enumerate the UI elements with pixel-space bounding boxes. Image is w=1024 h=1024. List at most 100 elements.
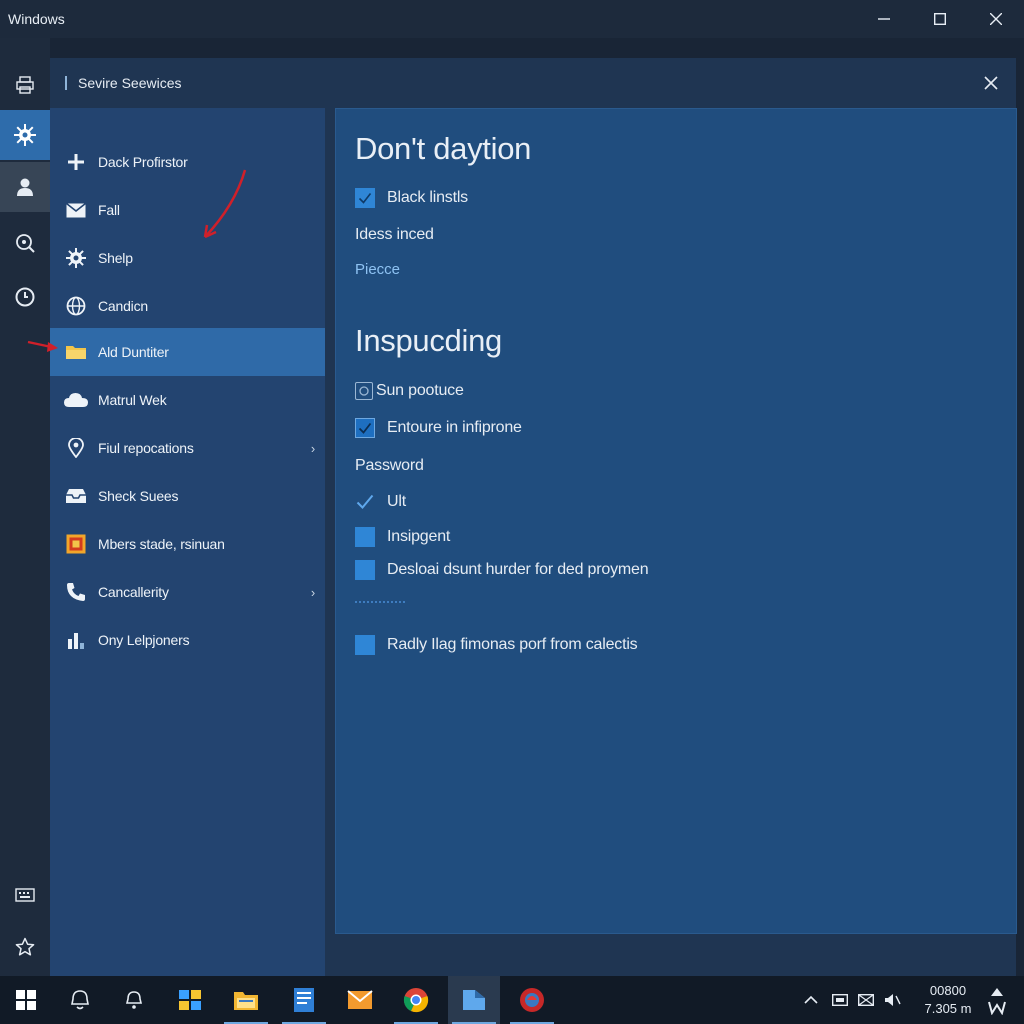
tray-network-button[interactable] [828, 976, 852, 1024]
tray-clock[interactable]: 00800 7.305 m [918, 982, 978, 1018]
nav-item-matrul-wek[interactable]: Matrul Wek [50, 376, 325, 424]
deslodi-row: Desloai dsunt hurder for ded proymen [355, 558, 649, 582]
folder-icon [50, 328, 98, 376]
rail-settings-button[interactable] [0, 110, 50, 160]
search-icon [16, 234, 35, 253]
minimize-button[interactable] [856, 0, 912, 38]
black-lists-checkbox[interactable] [355, 188, 375, 208]
section-heading: Inspucding [355, 323, 502, 358]
taskbar-browser-button[interactable] [506, 976, 558, 1024]
nav-item-fiul-repocations[interactable]: Fiul repocations › [50, 424, 325, 472]
document-icon [294, 988, 314, 1012]
nav-item-shelp[interactable]: Shelp [50, 234, 325, 282]
windows-start-icon [16, 990, 36, 1010]
gear-icon [50, 234, 98, 282]
black-lists-label: Black linstls [387, 189, 468, 206]
taskbar-search-button[interactable] [54, 976, 106, 1024]
gear-icon [14, 124, 36, 146]
dialog-close-button[interactable] [966, 58, 1016, 108]
plus-icon [50, 138, 98, 186]
taskbar-cortana-button[interactable] [108, 976, 160, 1024]
taskbar: 00800 7.305 m [0, 976, 1024, 1024]
star-icon [15, 937, 35, 956]
maximize-button[interactable] [912, 0, 968, 38]
title-bar: Windows [0, 0, 1024, 38]
radio-dot-icon [359, 386, 369, 396]
nav-item-label: Ald Duntiter [98, 344, 169, 360]
taskbar-mail-button[interactable] [334, 976, 386, 1024]
keyboard-icon [15, 888, 35, 902]
rail-favorites-button[interactable] [0, 922, 50, 972]
rail-history-button[interactable] [0, 272, 50, 322]
chevron-right-icon: › [310, 440, 316, 456]
taskbar-document-button[interactable] [278, 976, 330, 1024]
cloud-icon [50, 376, 98, 424]
header-accent-bar [65, 76, 67, 90]
nav-item-mbers-stade[interactable]: Mbers stade, rsinuan [50, 520, 325, 568]
rail-search-button[interactable] [0, 218, 50, 268]
deslodi-label: Desloai dsunt hurder for ded proymen [387, 561, 649, 578]
checkmark-icon [356, 494, 374, 509]
nav-item-sheck-suees[interactable]: Sheck Suees [50, 472, 325, 520]
insipgent-checkbox[interactable] [355, 527, 375, 547]
nav-item-dack-profirstor[interactable]: Dack Profirstor [50, 138, 325, 186]
start-button[interactable] [0, 976, 52, 1024]
ideas-text: Idess inced [355, 226, 434, 243]
browser-icon [520, 988, 544, 1012]
cortana-icon [125, 991, 143, 1009]
radly-label: Radly Ilag fimonas porf from calectis [387, 636, 638, 653]
nav-item-label: Fiul repocations [98, 440, 194, 456]
nav-item-label: Cancallerity [98, 584, 169, 600]
ult-row: Ult [355, 490, 406, 514]
minimize-icon [878, 18, 890, 20]
rail-printer-button[interactable] [0, 60, 50, 110]
dialog-header: Sevire Seewices [50, 58, 1016, 108]
ideas-row: Idess inced [355, 223, 434, 247]
tray-mail-button[interactable] [854, 976, 878, 1024]
window-title: Windows [8, 11, 65, 27]
deslodi-checkbox[interactable] [355, 560, 375, 580]
rail-account-button[interactable] [0, 162, 50, 212]
close-icon [990, 13, 1002, 25]
insipgent-label: Insipgent [387, 528, 451, 545]
sun-radio[interactable] [355, 382, 373, 400]
tray-volume-button[interactable] [880, 976, 906, 1024]
taskbar-file-explorer-button[interactable] [220, 976, 272, 1024]
ult-checkbox[interactable] [355, 492, 375, 512]
nav-item-fall[interactable]: Fall [50, 186, 325, 234]
dotted-divider [355, 601, 405, 603]
nav-item-label: Mbers stade, rsinuan [98, 536, 225, 552]
nav-item-candicn[interactable]: Candicn [50, 282, 325, 330]
close-window-button[interactable] [968, 0, 1024, 38]
checkmark-icon [358, 193, 372, 204]
dialog-title: Sevire Seewices [78, 75, 182, 91]
clock-bottom-text: 7.305 m [924, 1001, 972, 1016]
settings-nav: Dack Profirstor Fall Shelp Candicn Ald D… [50, 108, 325, 976]
chevron-right-icon: › [310, 584, 316, 600]
volume-icon [885, 994, 901, 1006]
nav-item-ald-duntiter[interactable]: Ald Duntiter [50, 328, 325, 376]
sun-row: Sun pootuce [355, 379, 464, 403]
nav-item-label: Dack Profirstor [98, 154, 188, 170]
taskbar-chrome-button[interactable] [390, 976, 442, 1024]
radly-checkbox[interactable] [355, 635, 375, 655]
network-icon [832, 994, 848, 1006]
clock-top-text: 00800 [929, 983, 967, 998]
phone-icon [50, 568, 98, 616]
taskbar-photos-button[interactable] [164, 976, 216, 1024]
entour-checkbox[interactable] [355, 418, 375, 438]
tray-notification-button[interactable] [982, 976, 1012, 1024]
nav-item-label: Fall [98, 202, 120, 218]
maximize-icon [934, 13, 946, 25]
photos-icon [179, 990, 201, 1010]
tray-overflow-button[interactable] [798, 976, 824, 1024]
rail-keyboard-button[interactable] [0, 870, 50, 920]
taskbar-store-button[interactable] [448, 976, 500, 1024]
section-heading: Don't daytion [355, 131, 532, 166]
mail-icon [858, 994, 874, 1006]
piecce-link[interactable]: Piecce [355, 261, 400, 278]
nav-item-ony-lelpjoners[interactable]: Ony Lelpjoners [50, 616, 325, 664]
nav-item-cancallerity[interactable]: Cancallerity › [50, 568, 325, 616]
person-icon [17, 178, 33, 196]
nav-item-label: Candicn [98, 298, 148, 314]
